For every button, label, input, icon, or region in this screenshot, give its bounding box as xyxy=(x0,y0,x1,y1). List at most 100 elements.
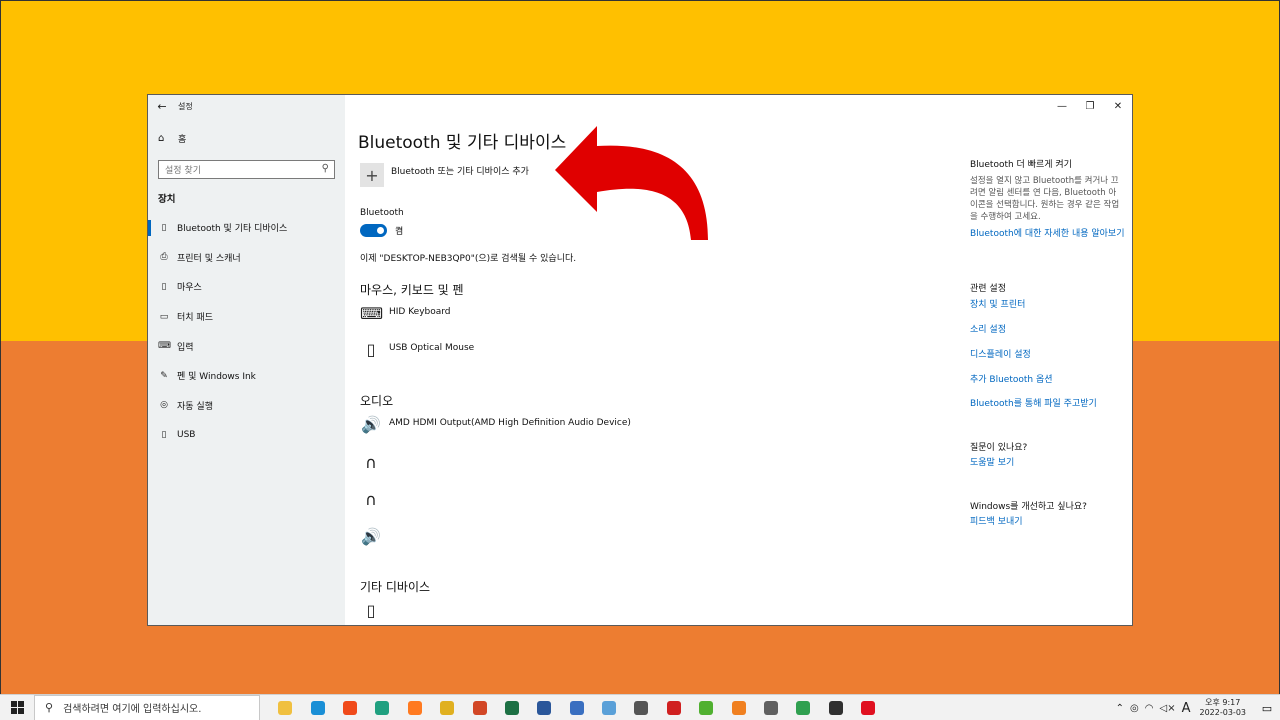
brave-icon xyxy=(342,700,357,715)
back-button[interactable]: ← xyxy=(148,95,176,117)
clock[interactable]: 오후 9:17 2022-03-03 xyxy=(1200,698,1247,718)
taskbar-app-button[interactable] xyxy=(820,695,852,720)
home-icon: ⌂ xyxy=(158,133,165,144)
related-link-sound[interactable]: 소리 설정 xyxy=(970,324,1125,336)
ime-indicator[interactable]: A xyxy=(1182,701,1191,716)
taskbar-app-button[interactable] xyxy=(366,695,398,720)
speaker-icon: 🔊 xyxy=(361,527,381,546)
notification-center-icon[interactable]: ▭ xyxy=(1254,695,1280,720)
question-header: 질문이 있나요? xyxy=(970,443,1028,453)
sidebar-item-pen[interactable]: ✎ 펜 및 Windows Ink xyxy=(148,361,345,391)
device-item[interactable]: ∩ xyxy=(360,491,389,509)
device-item[interactable]: ▯ USB Optical Mouse xyxy=(360,341,475,359)
firefox-icon xyxy=(407,700,422,715)
arrow-left-icon: ← xyxy=(157,99,167,113)
printer-icon: ⎙ xyxy=(160,252,168,263)
chrome-icon xyxy=(440,700,455,715)
taskbar-app-button[interactable] xyxy=(301,695,333,720)
help-link[interactable]: 도움말 보기 xyxy=(970,457,1125,469)
powerpoint-icon xyxy=(472,700,487,715)
right-panel: Bluetooth 더 빠르게 켜기 설정을 열지 않고 Bluetooth를 … xyxy=(970,95,1130,625)
home-label: 홈 xyxy=(178,135,187,145)
device-item[interactable]: ▯ xyxy=(360,602,389,620)
device-item[interactable]: ⌨ HID Keyboard xyxy=(360,305,451,323)
feedback-link[interactable]: 피드백 보내기 xyxy=(970,516,1125,528)
word-icon xyxy=(537,700,552,715)
sidebar-item-input[interactable]: ⌨ 입력 xyxy=(148,331,345,361)
calculator-icon xyxy=(764,700,779,715)
sidebar-item-mouse[interactable]: ▯ 마우스 xyxy=(148,272,345,302)
sidebar: ← 설정 ⌂ 홈 설정 찾기 ⚲ 장치 ▯ Bluetooth 및 기타 디바이… xyxy=(148,95,345,625)
bluetooth-toggle[interactable] xyxy=(360,224,387,237)
mkp-section-header: 마우스, 키보드 및 펜 xyxy=(360,283,464,297)
device-item[interactable]: 🔊 AMD HDMI Output(AMD High Definition Au… xyxy=(360,416,631,434)
wifi-icon[interactable]: ◠ xyxy=(1145,703,1154,714)
taskbar-app-button[interactable] xyxy=(755,695,787,720)
headset-icon: ∩ xyxy=(365,490,377,509)
sidebar-item-label: 프린터 및 스캐너 xyxy=(177,253,241,264)
taskbar-app-button[interactable] xyxy=(722,695,754,720)
taskbar-app-button[interactable] xyxy=(496,695,528,720)
phone-device-icon: ▯ xyxy=(366,601,376,620)
speaker-icon: 🔊 xyxy=(361,415,381,434)
related-link-file-transfer[interactable]: Bluetooth를 통해 파일 주고받기 xyxy=(970,398,1125,410)
device-item[interactable]: ∩ xyxy=(360,454,389,472)
touchpad-icon: ▭ xyxy=(159,311,169,322)
sidebar-item-autoplay[interactable]: ◎ 자동 실행 xyxy=(148,391,345,421)
page-title: Bluetooth 및 기타 디바이스 xyxy=(358,133,567,153)
taskbar-app-button[interactable] xyxy=(658,695,690,720)
device-item[interactable]: 🔊 xyxy=(360,528,389,546)
taskbar-app-button[interactable] xyxy=(852,695,884,720)
sidebar-item-usb[interactable]: ▯ USB xyxy=(148,420,345,450)
taskbar-app-button[interactable] xyxy=(269,695,301,720)
sidebar-item-label: USB xyxy=(177,429,196,440)
search-placeholder: 설정 찾기 xyxy=(165,166,201,176)
volume-muted-icon[interactable]: ◁× xyxy=(1160,703,1176,714)
file-explorer-icon xyxy=(278,700,293,715)
taskbar-search-input[interactable]: ⚲ 검색하려면 여기에 입력하십시오. xyxy=(34,694,260,720)
taskbar-app-button[interactable] xyxy=(431,695,463,720)
taskbar-app-button[interactable] xyxy=(399,695,431,720)
bluetooth-learn-more-link[interactable]: Bluetooth에 대한 자세한 내용 알아보기 xyxy=(970,228,1125,240)
windows-logo-icon xyxy=(10,701,24,714)
vlc-icon xyxy=(731,700,746,715)
sidebar-item-bluetooth[interactable]: ▯ Bluetooth 및 기타 디바이스 xyxy=(148,213,345,243)
meet-now-icon[interactable]: ◎ xyxy=(1130,703,1139,714)
taskbar-app-button[interactable] xyxy=(593,695,625,720)
discoverable-text: 이제 "DESKTOP-NEB3QP0"(으)로 검색될 수 있습니다. xyxy=(360,254,577,264)
related-link-more-bluetooth[interactable]: 추가 Bluetooth 옵션 xyxy=(970,374,1125,386)
keyboard-input-icon: ⌨ xyxy=(158,341,171,352)
titlebar: ← 설정 xyxy=(148,95,192,117)
related-link-devices-printers[interactable]: 장치 및 프린터 xyxy=(970,299,1125,311)
start-button[interactable] xyxy=(0,695,34,720)
app-grid-icon xyxy=(569,700,584,715)
related-link-display[interactable]: 디스플레이 설정 xyxy=(970,349,1125,361)
sidebar-section-title: 장치 xyxy=(158,194,176,205)
add-device-button[interactable]: + Bluetooth 또는 기타 디바이스 추가 xyxy=(360,163,529,187)
taskbar-app-button[interactable] xyxy=(787,695,819,720)
taskbar-app-button[interactable] xyxy=(528,695,560,720)
taskbar-app-button[interactable] xyxy=(561,695,593,720)
taskbar-app-button[interactable] xyxy=(334,695,366,720)
excel-icon xyxy=(504,700,519,715)
sidebar-item-label: 입력 xyxy=(177,342,194,353)
taskbar-search-placeholder: 검색하려면 여기에 입력하십시오. xyxy=(63,704,202,715)
sidebar-item-label: Bluetooth 및 기타 디바이스 xyxy=(177,224,288,235)
sidebar-item-label: 자동 실행 xyxy=(177,401,213,412)
taskbar-app-button[interactable] xyxy=(625,695,657,720)
improve-header: Windows를 개선하고 싶나요? xyxy=(970,502,1087,512)
device-name: HID Keyboard xyxy=(389,307,451,317)
chevron-up-icon[interactable]: ⌃ xyxy=(1116,703,1124,714)
settings-search-input[interactable]: 설정 찾기 ⚲ xyxy=(158,160,335,179)
sticky-notes-icon xyxy=(828,700,843,715)
sidebar-item-label: 펜 및 Windows Ink xyxy=(177,372,256,383)
taskbar-app-button[interactable] xyxy=(690,695,722,720)
taskbar-app-button[interactable] xyxy=(463,695,495,720)
plus-icon: + xyxy=(360,163,384,187)
toggle-state-label: 켬 xyxy=(395,227,404,237)
pen-icon: ✎ xyxy=(160,370,168,381)
sidebar-item-home[interactable]: ⌂ 홈 xyxy=(158,132,186,145)
sidebar-item-printers[interactable]: ⎙ 프린터 및 스캐너 xyxy=(148,243,345,273)
sidebar-item-touchpad[interactable]: ▭ 터치 패드 xyxy=(148,302,345,332)
chrome-icon-2 xyxy=(796,700,811,715)
